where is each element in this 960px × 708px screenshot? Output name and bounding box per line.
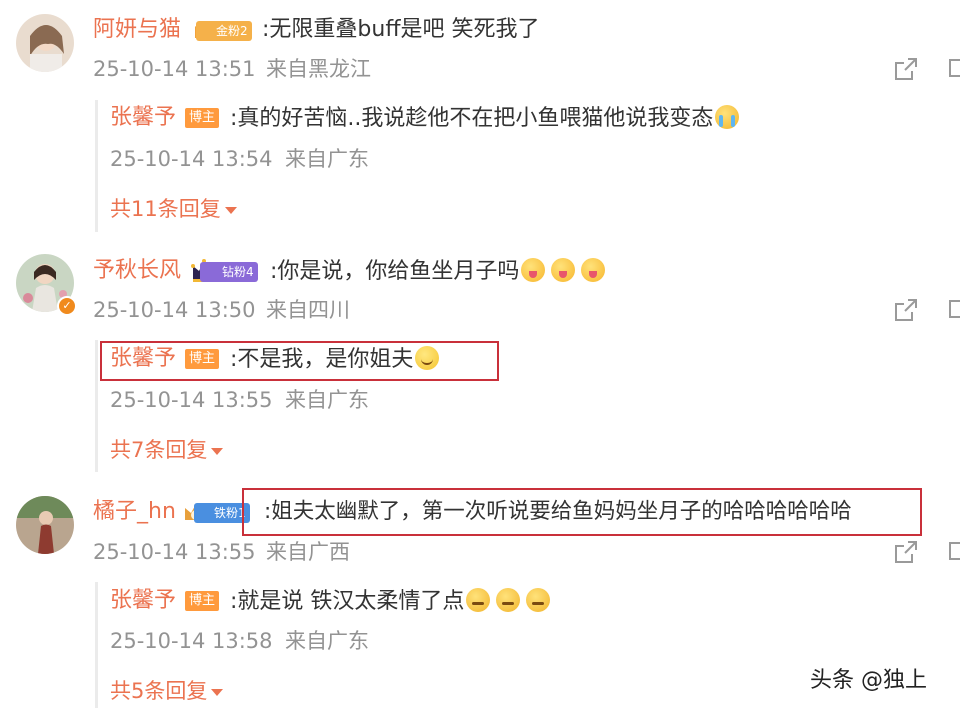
share-icon[interactable] (894, 57, 918, 81)
share-icon[interactable] (894, 298, 918, 322)
sly-face-icon (496, 588, 521, 612)
more-replies-label: 共5条回复 (110, 679, 208, 703)
avatar[interactable] (16, 14, 74, 72)
reply-time: 25-10-14 13:55 (110, 388, 273, 412)
reply-text: :真的好苦恼..我说趁他不在把小鱼喂猫他说我变态 (230, 105, 740, 132)
comment-location: 来自广西 (266, 540, 350, 564)
reply-divider (95, 100, 98, 232)
host-badge: 博主 (185, 108, 220, 128)
more-replies-link[interactable]: 共5条回复 (110, 678, 224, 704)
avatar[interactable] (16, 496, 74, 554)
highlight-box (242, 488, 922, 536)
more-replies-label: 共11条回复 (110, 197, 221, 221)
watermark: 头条 @独上 (810, 668, 927, 693)
sly-face-icon (466, 588, 491, 612)
comment-time: 25-10-14 13:55 (93, 540, 256, 564)
host-badge: 博主 (185, 349, 220, 369)
reply-time: 25-10-14 13:54 (110, 147, 273, 171)
reply-text-content: :真的好苦恼..我说趁他不在把小鱼喂猫他说我变态 (230, 106, 714, 131)
sly-face-icon (526, 588, 551, 612)
chevron-down-icon (224, 206, 237, 214)
crying-face-icon (715, 105, 740, 129)
comment-username[interactable]: 予秋长风 (93, 258, 181, 284)
host-badge: 博主 (185, 591, 220, 611)
verified-badge-icon: ✓ (57, 296, 77, 316)
comment-icon[interactable] (948, 57, 960, 81)
reply-username[interactable]: 张馨予 (110, 346, 176, 372)
reply-location: 来自广东 (285, 629, 369, 653)
fan-badge: 金粉2 (196, 21, 252, 41)
more-replies-link[interactable]: 共7条回复 (110, 437, 224, 463)
reply-location: 来自广东 (285, 388, 369, 412)
more-replies-label: 共7条回复 (110, 438, 208, 462)
reply-time: 25-10-14 13:58 (110, 629, 273, 653)
share-icon[interactable] (894, 540, 918, 564)
reply-text: :不是我，是你姐夫 (230, 346, 440, 373)
comment-location: 来自四川 (266, 298, 350, 322)
reply-text: :就是说 铁汉太柔情了点 (230, 588, 551, 615)
tongue-face-icon (521, 258, 546, 282)
chevron-down-icon (211, 688, 224, 696)
comment-username[interactable]: 阿妍与猫 (93, 17, 181, 43)
reply-location: 来自广东 (285, 147, 369, 171)
reply-text-content: :不是我，是你姐夫 (230, 347, 414, 372)
comment-time: 25-10-14 13:51 (93, 57, 256, 81)
comment-text-content: :你是说，你给鱼坐月子吗 (270, 259, 520, 284)
comment-username[interactable]: 橘子_hn (93, 499, 176, 525)
comment-text: :你是说，你给鱼坐月子吗 (270, 258, 606, 285)
comment-text: :无限重叠buff是吧 笑死我了 (262, 17, 540, 42)
more-replies-link[interactable]: 共11条回复 (110, 196, 237, 222)
reply-text-content: :就是说 铁汉太柔情了点 (230, 589, 465, 614)
tongue-face-icon (551, 258, 576, 282)
comment-icon[interactable] (948, 540, 960, 564)
tongue-face-icon (581, 258, 606, 282)
reply-username[interactable]: 张馨予 (110, 588, 176, 614)
smile-face-icon (415, 346, 440, 370)
comment-location: 来自黑龙江 (266, 57, 371, 81)
reply-username[interactable]: 张馨予 (110, 105, 176, 131)
comment-time: 25-10-14 13:50 (93, 298, 256, 322)
fan-badge: 钻粉4 (200, 262, 258, 282)
reply-divider (95, 340, 98, 472)
comment-icon[interactable] (948, 298, 960, 322)
chevron-down-icon (211, 447, 224, 455)
reply-divider (95, 582, 98, 708)
